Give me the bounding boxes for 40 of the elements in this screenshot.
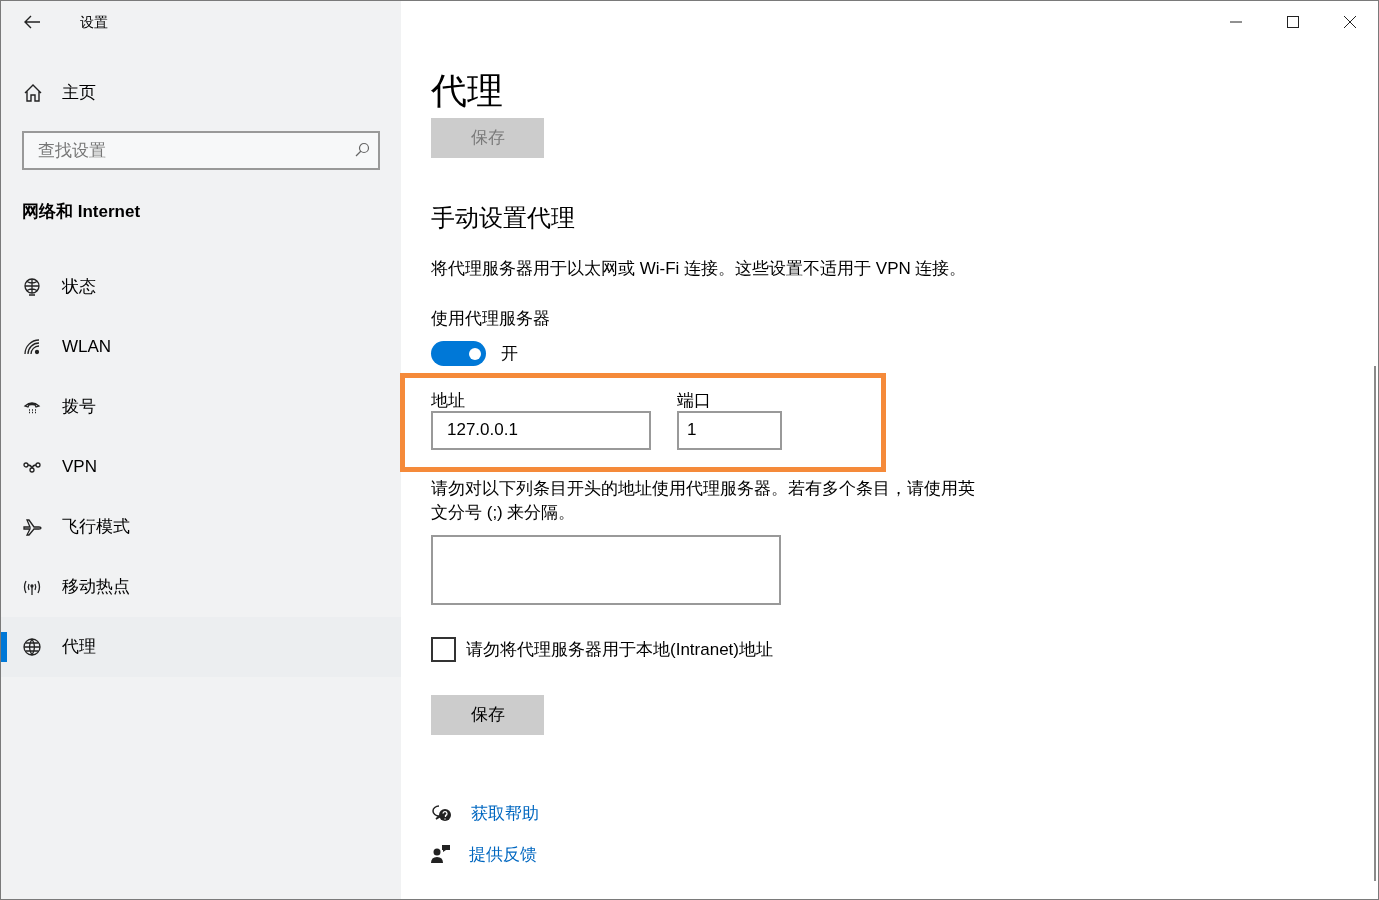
selection-indicator (1, 631, 7, 662)
home-icon (23, 83, 43, 103)
wifi-icon (22, 336, 42, 357)
search-field[interactable]: 查找设置 (22, 131, 380, 170)
help-link[interactable]: 获取帮助 (471, 801, 539, 827)
help-chat-icon (431, 803, 453, 824)
exceptions-field[interactable] (431, 534, 781, 605)
field-label: 地址 (431, 390, 466, 411)
nav-item[interactable]: 代理 (1, 616, 401, 677)
toggle-switch[interactable] (431, 341, 486, 367)
toggle-state-text: 开 (501, 343, 518, 365)
port-field[interactable]: 1 (677, 410, 782, 450)
nav-item[interactable]: 飞行模式 (1, 496, 401, 557)
field-label: 端口 (677, 390, 712, 411)
exceptions-description: 请勿对以下列条目开头的地址使用代理服务器。若有多个条目，请使用英文分号 (;) 来分隔。 (431, 477, 976, 524)
globe-icon (22, 636, 42, 657)
checkbox-label: 请勿将代理服务器用于本地(Intranet)地址 (466, 638, 773, 661)
nav-item[interactable]: WLAN (1, 316, 401, 377)
nav-item[interactable]: VPN (1, 436, 401, 497)
save-button[interactable]: 保存 (431, 695, 544, 735)
description-text: 将代理服务器用于以太网或 Wi-Fi 连接。这些设置不适用于 VPN 连接。 (431, 258, 967, 280)
section-heading: 网络和 Internet (22, 201, 142, 223)
feedback-link[interactable]: 提供反馈 (469, 841, 537, 867)
nav-item[interactable]: 拨号 (1, 376, 401, 437)
close-icon (1343, 16, 1356, 28)
airplane-icon (22, 516, 42, 537)
setting-label: 使用代理服务器 (431, 307, 550, 330)
nav-item[interactable]: 移动热点 (1, 556, 401, 617)
address-field[interactable]: 127.0.0.1 (431, 410, 651, 450)
checkbox[interactable] (431, 636, 456, 662)
section-heading: 手动设置代理 (431, 203, 575, 233)
page-title: 代理 (431, 69, 503, 113)
window-title: 设置 (80, 12, 108, 32)
globe-monitor-icon (22, 276, 42, 297)
search-icon (354, 142, 370, 158)
feedback-person-icon (431, 844, 451, 865)
maximize-icon (1286, 16, 1299, 28)
home-nav-item[interactable]: 主页 (1, 73, 401, 113)
back-arrow-icon (23, 15, 41, 29)
nav-item[interactable]: 状态 (1, 256, 401, 317)
